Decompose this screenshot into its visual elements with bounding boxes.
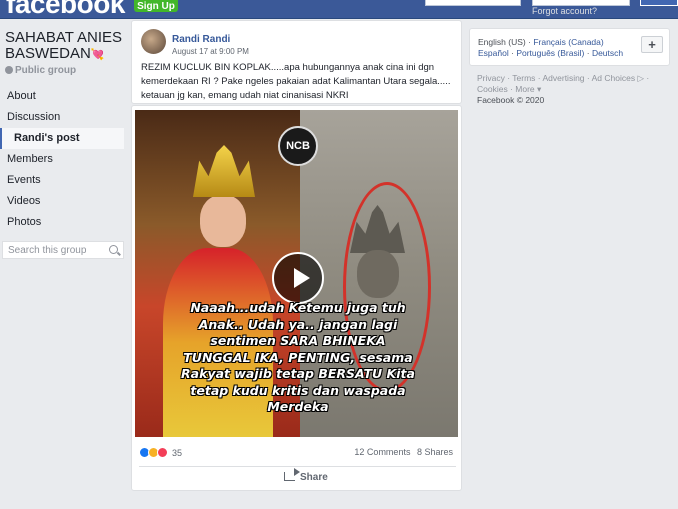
top-navigation-bar: facebook Sign Up Forgot account? <box>0 0 678 19</box>
post-author[interactable]: Randi Randi <box>172 34 230 45</box>
author-avatar[interactable] <box>141 29 166 54</box>
forgot-account-link[interactable]: Forgot account? <box>532 6 597 16</box>
search-icon[interactable] <box>109 245 118 254</box>
channel-badge-logo: NCB <box>278 126 318 166</box>
nav-item-discussion[interactable]: Discussion <box>0 107 124 128</box>
reaction-count: 35 <box>172 447 183 458</box>
nav-item-videos[interactable]: Videos <box>0 191 124 212</box>
heart-emoji-icon: 💘 <box>90 49 105 61</box>
group-name[interactable]: SAHABAT ANIES BASWEDAN💘 <box>5 30 125 63</box>
share-label: Share <box>300 472 328 483</box>
language-link-portuguese[interactable]: Português (Brasil) <box>516 48 584 58</box>
separator: · <box>511 48 514 58</box>
footer-links-2[interactable]: Cookies · More ▾ <box>477 84 541 95</box>
divider <box>139 466 456 467</box>
nav-item-photos[interactable]: Photos <box>0 212 124 233</box>
login-button[interactable] <box>640 0 678 6</box>
love-reaction-icon <box>157 447 168 459</box>
copyright: Facebook © 2020 <box>477 95 545 105</box>
language-link-spanish[interactable]: Español <box>478 48 509 58</box>
more-languages-button[interactable]: + <box>641 36 663 53</box>
globe-icon <box>5 66 13 74</box>
signup-button[interactable]: Sign Up <box>134 0 178 12</box>
post-card: Randi Randi August 17 at 9:00 PM REZIM K… <box>131 20 462 104</box>
post-text: REZIM KUCLUK BIN KOPLAK.....apa hubungan… <box>141 62 451 101</box>
group-nav: About Discussion Randi's post Members Ev… <box>0 86 124 233</box>
video-caption: Naaah...udah Ketemu juga tuh Anak.. Udah… <box>181 300 415 414</box>
facebook-logo[interactable]: facebook <box>6 0 125 18</box>
share-icon <box>284 468 300 481</box>
privacy-label: Public group <box>15 65 77 76</box>
post-stats: 12 Comments 8 Shares <box>350 447 453 457</box>
language-link-german[interactable]: Deutsch <box>592 48 623 58</box>
language-selector: English (US) · Français (Canada) Español… <box>469 28 670 66</box>
video-player[interactable]: NCB Naaah...udah Ketemu juga tuh Anak.. … <box>135 110 458 437</box>
post-date[interactable]: August 17 at 9:00 PM <box>172 47 249 56</box>
nav-item-events[interactable]: Events <box>0 170 124 191</box>
current-language: English (US) <box>478 37 526 47</box>
shares-count-link[interactable]: 8 Shares <box>417 447 453 457</box>
separator: · <box>586 48 590 58</box>
group-privacy: Public group <box>5 65 76 76</box>
footer-links[interactable]: Privacy · Terms · Advertising · Ad Choic… <box>477 73 649 84</box>
email-field[interactable] <box>425 0 521 6</box>
nav-item-about[interactable]: About <box>0 86 124 107</box>
separator: · <box>528 37 531 47</box>
share-button[interactable]: Share <box>284 468 328 483</box>
language-line-1: English (US) · Français (Canada) <box>478 37 604 47</box>
child-face <box>200 195 246 247</box>
nav-item-members[interactable]: Members <box>0 149 124 170</box>
language-line-2: Español · Português (Brasil) · Deutsch <box>478 48 623 58</box>
reactions-summary[interactable]: 35 <box>139 445 182 459</box>
search-placeholder: Search this group <box>8 245 87 256</box>
play-button-icon[interactable] <box>272 252 324 304</box>
video-card: NCB Naaah...udah Ketemu juga tuh Anak.. … <box>131 105 462 491</box>
nav-item-randis-post[interactable]: Randi's post <box>0 128 124 149</box>
comments-count-link[interactable]: 12 Comments <box>354 447 410 457</box>
language-link-french[interactable]: Français (Canada) <box>533 37 603 47</box>
group-search-input[interactable]: Search this group <box>2 241 124 259</box>
